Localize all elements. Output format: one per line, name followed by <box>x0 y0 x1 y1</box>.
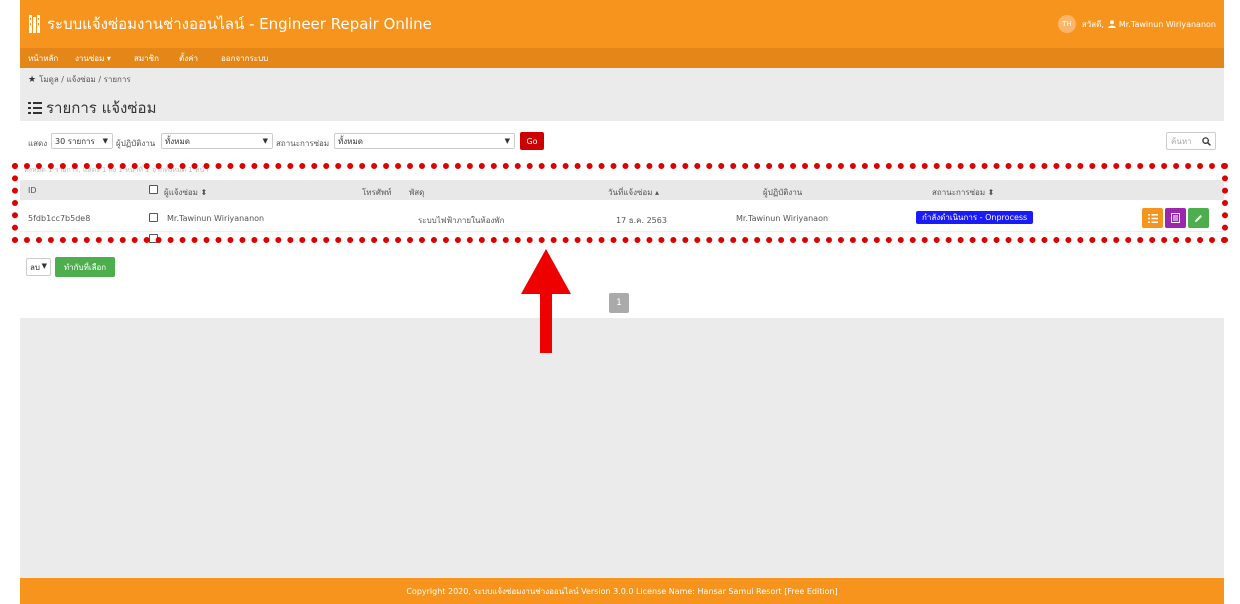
worker-label: ผู้ปฏิบัติงาน <box>116 139 156 148</box>
bulk-action-value: ลบ <box>30 262 40 272</box>
worker-select-value: ทั้งหมด <box>165 136 190 146</box>
app-title: ระบบแจ้งซ่อมงานช่างออนไลน์ - Engineer Re… <box>47 15 432 33</box>
app-frame: ระบบแจ้งซ่อมงานช่างออนไลน์ - Engineer Re… <box>12 0 1228 604</box>
breadcrumb: ★ โมดูล / แจ้งซ่อม / รายการ <box>28 73 131 86</box>
nav-item-settings[interactable]: ตั้งค่า <box>179 52 198 65</box>
greeting: สวัสดี, <box>1081 19 1104 29</box>
worker-select[interactable]: ทั้งหมด ▼ <box>161 133 273 149</box>
building-icon <box>29 15 40 33</box>
nav-item-logout[interactable]: ออกจากระบบ <box>221 52 268 65</box>
page-title-text: รายการ แจ้งซ่อม <box>46 99 157 117</box>
footer: Copyright 2020, ระบบแจ้งซ่อมงานช่างออนไล… <box>20 578 1224 604</box>
status-label: สถานะการซ่อม <box>276 139 330 148</box>
page-title: รายการ แจ้งซ่อม <box>28 96 156 120</box>
user-icon <box>1107 20 1116 28</box>
bulk-action-select[interactable]: ลบ ▼ <box>26 258 51 276</box>
nav-item-members[interactable]: สมาชิก <box>134 52 159 65</box>
show-count-select[interactable]: 30 รายการ ▼ <box>51 133 113 149</box>
search-placeholder: ค้นหา <box>1171 136 1192 146</box>
go-button[interactable]: Go <box>520 132 544 150</box>
nav-item-home[interactable]: หน้าหลัก <box>28 52 58 65</box>
chevron-down-icon: ▼ <box>262 137 268 145</box>
content-background <box>20 318 1224 578</box>
status-select[interactable]: ทั้งหมด ▼ <box>334 133 515 149</box>
footer-text: Copyright 2020, ระบบแจ้งซ่อมงานช่างออนไล… <box>406 586 838 596</box>
brand[interactable]: ระบบแจ้งซ่อมงานช่างออนไลน์ - Engineer Re… <box>28 13 432 35</box>
status-select-value: ทั้งหมด <box>338 136 363 146</box>
chevron-down-icon: ▼ <box>504 137 510 145</box>
search-input[interactable]: ค้นหา <box>1166 132 1216 150</box>
search-icon <box>1202 137 1211 146</box>
page-header: ★ โมดูล / แจ้งซ่อม / รายการ รายการ แจ้งซ… <box>20 68 1224 121</box>
avatar: TH <box>1057 15 1076 33</box>
chevron-down-icon: ▼ <box>102 137 108 145</box>
nav-bar: หน้าหลัก งานซ่อม ▾ สมาชิก ตั้งค่า ออกจาก… <box>20 48 1224 68</box>
user-name: Mr.Tawinun Wiriyananon <box>1118 19 1216 29</box>
star-icon: ★ <box>28 74 37 85</box>
list-icon <box>28 102 42 114</box>
user-menu[interactable]: TH สวัสดี, Mr.Tawinun Wiriyananon <box>1057 15 1216 33</box>
filter-bar: แสดง 30 รายการ ▼ ผู้ปฏิบัติงาน ทั้งหมด ▼… <box>20 132 1224 152</box>
annotation-arrow-icon <box>521 249 571 353</box>
apply-selected-button[interactable]: ทำกับที่เลือก <box>55 257 115 277</box>
top-bar: ระบบแจ้งซ่อมงานช่างออนไลน์ - Engineer Re… <box>20 0 1224 48</box>
chevron-down-icon: ▼ <box>41 262 47 270</box>
show-label: แสดง <box>28 139 48 148</box>
show-count-value: 30 รายการ <box>55 136 95 146</box>
pagination-current-page[interactable]: 1 <box>609 293 629 313</box>
breadcrumb-text[interactable]: โมดูล / แจ้งซ่อม / รายการ <box>39 73 131 86</box>
nav-item-repair[interactable]: งานซ่อม ▾ <box>75 52 111 65</box>
annotation-highlight-box <box>12 163 1228 243</box>
